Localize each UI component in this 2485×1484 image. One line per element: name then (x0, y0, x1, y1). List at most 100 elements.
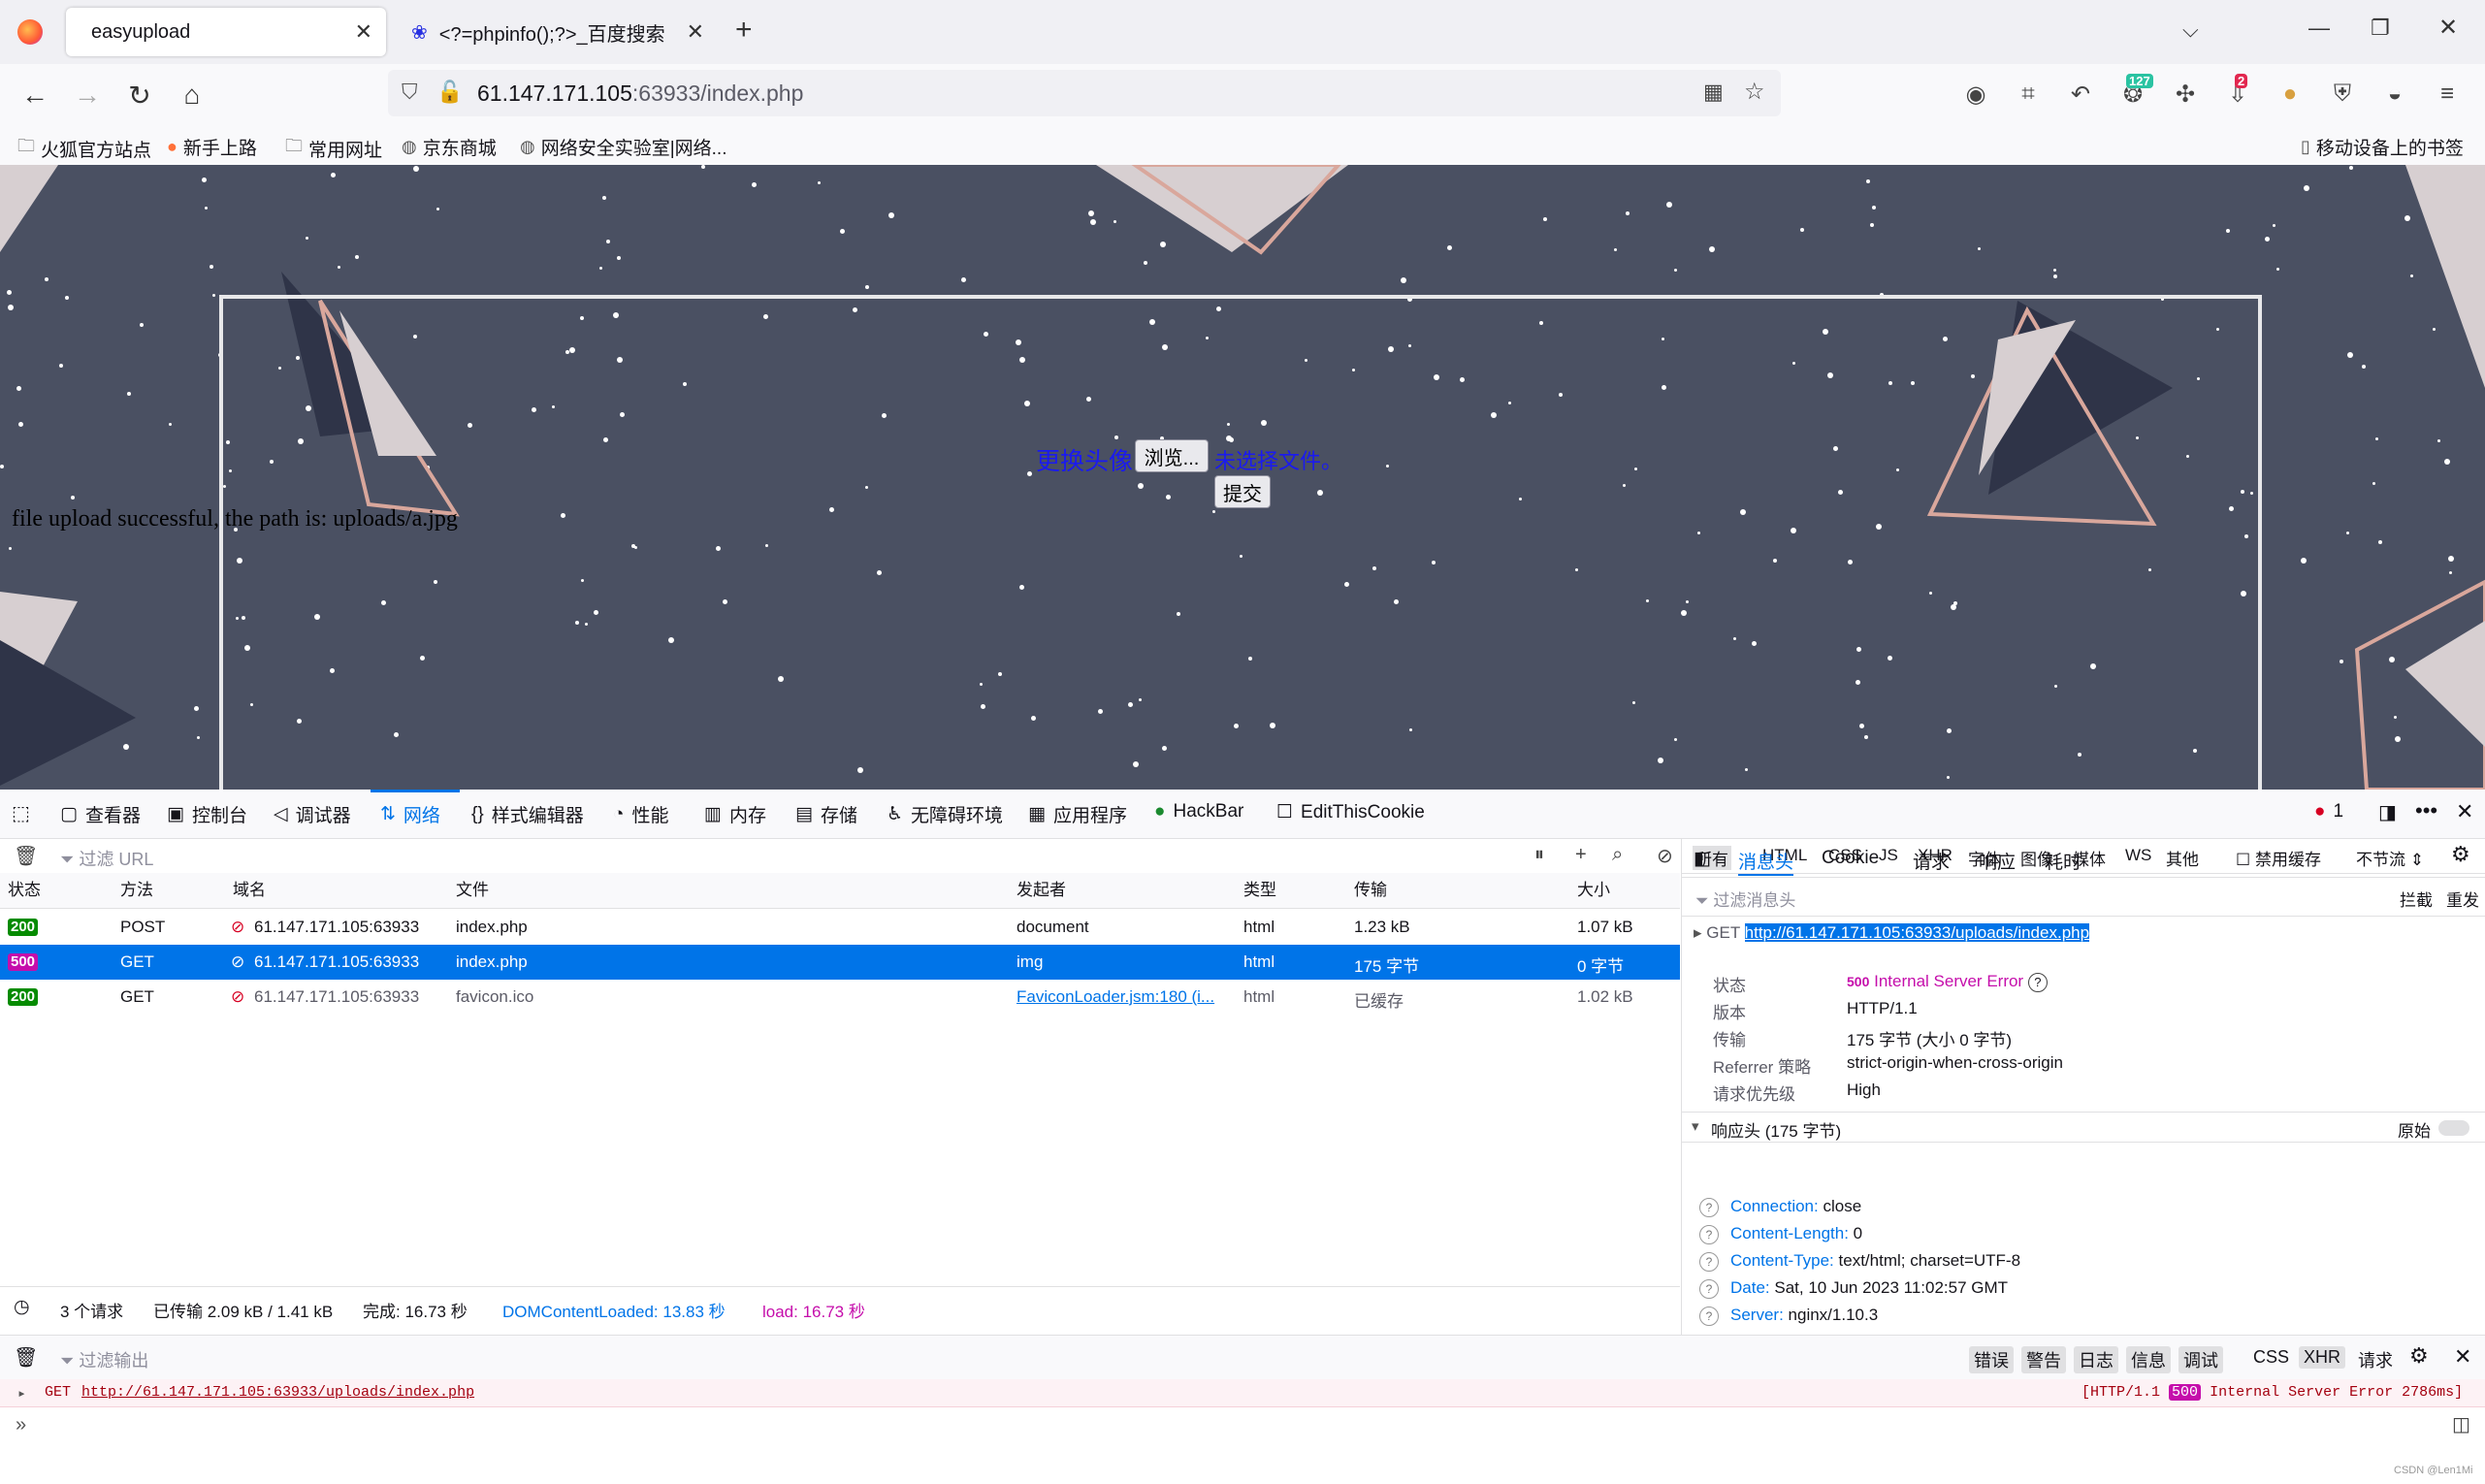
undo-icon[interactable]: ↶ (2066, 80, 2095, 109)
console-filter-input[interactable]: ⏷ 过滤输出 (60, 1347, 148, 1372)
chevron-down-icon[interactable]: ⌵ (2182, 17, 2199, 43)
table-row[interactable]: 200 GET ⊘ 61.147.171.105:63933 favicon.i… (0, 980, 1680, 1015)
trash-icon[interactable]: 🗑 (14, 1345, 38, 1370)
tab-timings[interactable]: 耗时 (2045, 848, 2082, 874)
close-icon[interactable]: ✕ (2454, 1344, 2471, 1370)
response-headers-section[interactable]: ▾ 响应头 (175 字节) 原始 (1682, 1112, 2485, 1143)
block-button[interactable]: 拦截 (2400, 887, 2433, 911)
console-url-link[interactable]: http://61.147.171.105:63933/uploads/inde… (81, 1384, 474, 1401)
bookmark-item[interactable]: ● 新手上路 (167, 134, 257, 160)
insecure-lock-icon[interactable]: 🔓 (436, 80, 463, 105)
tab-headers[interactable]: 消息头 (1738, 848, 1794, 876)
bookmark-item[interactable]: 🗀 火狐官方站点 (17, 134, 151, 163)
new-tab-icon[interactable]: + (735, 14, 753, 47)
console-message[interactable]: ▸ GET http://61.147.171.105:63933/upload… (0, 1379, 2485, 1407)
filter-url-input[interactable]: ⏷ 过滤 URL (60, 846, 153, 871)
bookmark-item[interactable]: ◍ 网络安全实验室|网络... (520, 134, 727, 160)
add-icon[interactable]: + (1575, 844, 1587, 866)
column-status[interactable]: 状态 (8, 873, 41, 908)
block-icon[interactable]: ⊘ (1657, 844, 1673, 868)
pause-icon[interactable]: ⏸ (1534, 844, 1544, 866)
close-icon[interactable]: ✕ (687, 19, 704, 45)
cookie-icon[interactable]: ● (2275, 80, 2305, 109)
raw-toggle[interactable] (2438, 1120, 2469, 1136)
table-row[interactable]: 200 POST ⊘ 61.147.171.105:63933 index.ph… (0, 910, 1680, 945)
help-icon[interactable]: ? (1699, 1252, 1719, 1272)
column-file[interactable]: 文件 (456, 873, 489, 908)
close-icon[interactable]: ✕ (355, 19, 372, 45)
tab-debugger[interactable]: ◁ 调试器 (274, 801, 351, 827)
tab-editthiscookie[interactable]: ☐ EditThisCookie (1276, 801, 1425, 823)
column-type[interactable]: 类型 (1243, 873, 1276, 908)
bookmark-star-icon[interactable]: ☆ (1744, 78, 1765, 106)
tab-accessibility[interactable]: ♿ 无障碍环境 (887, 801, 1003, 827)
url-text[interactable]: 61.147.171.105:63933/index.php (477, 81, 803, 107)
help-icon[interactable]: ? (1699, 1225, 1719, 1244)
help-icon[interactable]: ? (1699, 1198, 1719, 1217)
level-info[interactable]: 信息 (2126, 1346, 2171, 1373)
tab-baidu[interactable]: ❀ <?=phpinfo();?>_百度搜索 ✕ (398, 8, 718, 56)
forward-arrow-icon[interactable]: → (70, 78, 105, 113)
error-count[interactable]: ● 1 (2314, 801, 2343, 823)
help-icon[interactable]: ? (2027, 973, 2048, 992)
search-icon[interactable]: ⌕ (1612, 844, 1623, 866)
crop-icon[interactable]: ⌗ (2014, 80, 2043, 109)
level-debug[interactable]: 调试 (2178, 1346, 2223, 1373)
tab-performance[interactable]: ◔ 性能 (613, 801, 669, 827)
home-icon[interactable]: ⌂ (175, 78, 210, 113)
settings-gear-icon[interactable]: ⚙ (2409, 1343, 2429, 1369)
incognito-icon[interactable]: ◒ (2380, 80, 2409, 109)
panel-toggle-icon[interactable]: ◧ (1694, 848, 1711, 870)
bitwarden-shield-icon[interactable]: ⛨ (2328, 80, 2357, 109)
extension-gift-icon[interactable]: ❂ 127 (2118, 74, 2153, 109)
mobile-bookmarks[interactable]: ▯ 移动设备上的书签 (2301, 134, 2464, 160)
column-initiator[interactable]: 发起者 (1017, 873, 1066, 908)
browse-button[interactable]: 浏览... (1135, 439, 1209, 472)
close-window-icon[interactable]: ✕ (2438, 14, 2458, 42)
minimize-icon[interactable]: — (2308, 16, 2330, 41)
console-prompt-icon[interactable]: » (16, 1414, 26, 1436)
tab-request[interactable]: 请求 (1913, 848, 1950, 874)
tab-inspector[interactable]: ▢ 查看器 (60, 801, 141, 827)
tab-memory[interactable]: ▥ 内存 (704, 801, 766, 827)
submit-button[interactable]: 提交 (1214, 475, 1271, 508)
restore-icon[interactable]: ❐ (2371, 16, 2390, 41)
resend-button[interactable]: 重发 (2446, 887, 2479, 911)
qr-code-icon[interactable]: ▦ (1703, 80, 1724, 105)
puzzle-icon[interactable]: ✣ (2171, 80, 2200, 109)
column-domain[interactable]: 域名 (233, 873, 266, 908)
tab-application[interactable]: ▦ 应用程序 (1028, 801, 1127, 827)
firefox-menu-icon[interactable] (17, 19, 43, 45)
filter-xhr[interactable]: XHR (2299, 1346, 2346, 1369)
column-method[interactable]: 方法 (120, 873, 153, 908)
url-bar[interactable]: ⛉ 🔓 61.147.171.105:63933/index.php ▦ ☆ (388, 70, 1781, 116)
column-transfer[interactable]: 传输 (1354, 873, 1387, 908)
trash-icon[interactable]: 🗑 (14, 844, 38, 868)
tab-console[interactable]: ▣ 控制台 (167, 801, 247, 827)
column-size[interactable]: 大小 (1577, 873, 1610, 908)
reload-icon[interactable]: ↻ (122, 78, 157, 113)
bookmark-item[interactable]: ◍ 京东商城 (402, 134, 497, 160)
tab-cookie[interactable]: Cookie (1822, 848, 1879, 869)
filter-requests[interactable]: 请求 (2353, 1346, 2398, 1373)
level-logs[interactable]: 日志 (2074, 1346, 2118, 1373)
more-options-icon[interactable]: ••• (2415, 798, 2437, 823)
filter-css[interactable]: CSS (2248, 1346, 2294, 1369)
tab-network[interactable]: ⇅ 网络 (380, 801, 440, 827)
level-warnings[interactable]: 警告 (2021, 1346, 2066, 1373)
shield-icon[interactable]: ⛉ (402, 80, 418, 105)
tab-hackbar[interactable]: ● HackBar (1154, 801, 1243, 823)
request-line[interactable]: ▸ GET http://61.147.171.105:63933/upload… (1694, 923, 2090, 943)
split-console-icon[interactable]: ◫ (2452, 1412, 2470, 1436)
element-picker-icon[interactable]: ⬚ (12, 801, 30, 825)
hamburger-menu-icon[interactable]: ≡ (2433, 80, 2462, 109)
help-icon[interactable]: ? (1699, 1279, 1719, 1299)
dock-icon[interactable]: ◨ (2378, 800, 2397, 824)
tab-response[interactable]: 响应 (1979, 848, 2016, 874)
tab-storage[interactable]: ▤ 存储 (795, 801, 857, 827)
account-icon[interactable]: ◉ (1961, 80, 1990, 109)
request-url[interactable]: http://61.147.171.105:63933/uploads/inde… (1744, 923, 2090, 942)
back-arrow-icon[interactable]: ← (17, 78, 52, 113)
tab-style-editor[interactable]: {} 样式编辑器 (471, 801, 584, 827)
filter-headers-input[interactable]: ⏷ 过滤消息头 (1695, 887, 1795, 911)
